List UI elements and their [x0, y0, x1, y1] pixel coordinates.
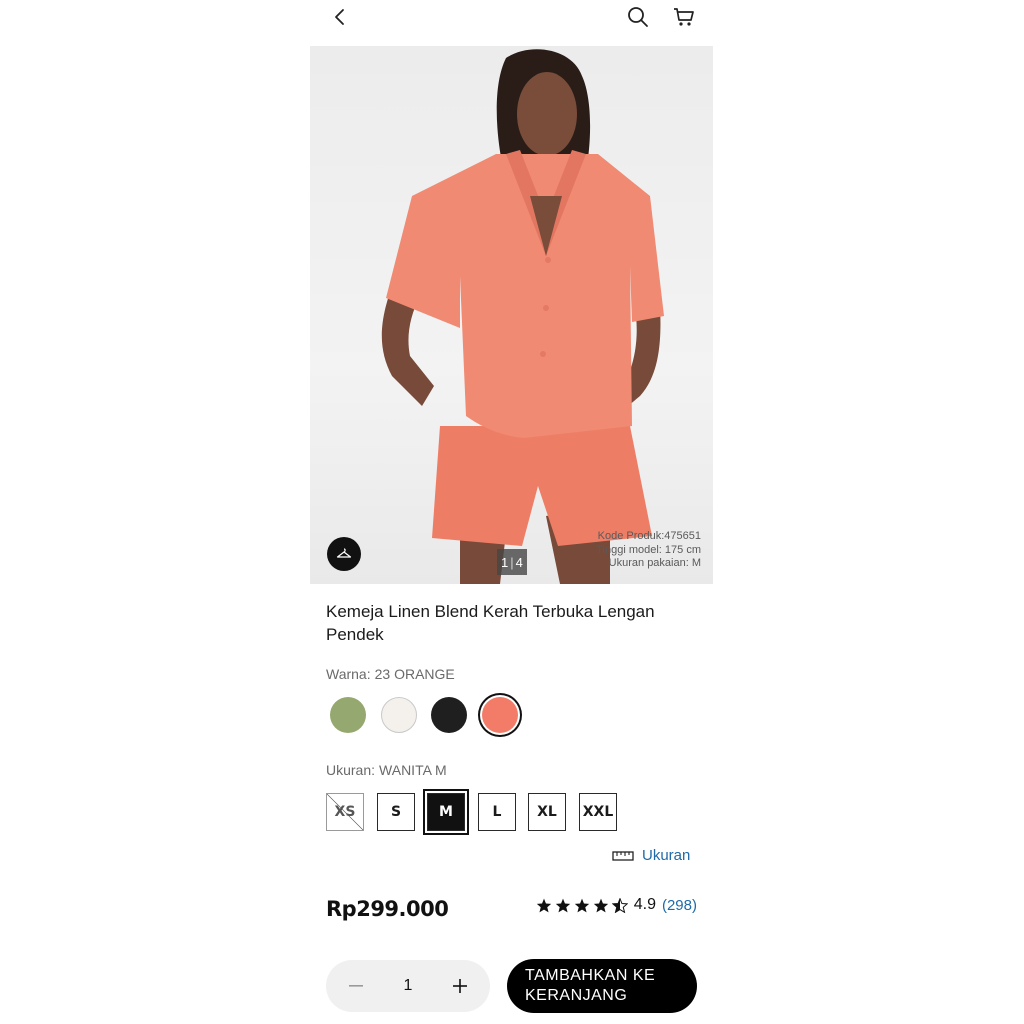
color-label-row: Warna: 23 ORANGE — [326, 666, 455, 682]
rating[interactable]: 4.9 (298) — [536, 896, 697, 914]
color-swatch-green[interactable] — [330, 697, 366, 733]
size-m[interactable]: M — [427, 793, 465, 831]
size-xs[interactable]: XS — [326, 793, 364, 831]
size-value: WANITA M — [379, 762, 447, 778]
star-icon — [593, 898, 608, 912]
model-size: Ukuran pakaian: M — [608, 557, 701, 569]
search-button[interactable] — [624, 3, 652, 31]
size-guide-link[interactable]: Ukuran — [612, 847, 690, 864]
quantity-stepper: 1 — [326, 960, 490, 1012]
pager-current: 1 — [501, 554, 509, 570]
color-swatch-black[interactable] — [431, 697, 467, 733]
product-code: Kode Produk:475651 — [597, 530, 701, 542]
size-xxl[interactable]: XXL — [579, 793, 617, 831]
half-star-icon — [611, 897, 628, 913]
decrease-quantity-button[interactable] — [344, 974, 368, 998]
size-label-row: Ukuran: WANITA M — [326, 762, 447, 778]
star-icon — [574, 898, 589, 912]
color-label: Warna: — [326, 666, 371, 682]
product-title: Kemeja Linen Blend Kerah Terbuka Lengan … — [326, 602, 655, 644]
minus-icon — [349, 985, 363, 987]
top-bar — [310, 0, 713, 40]
product-image-gallery[interactable]: 1 | 4 Kode Produk:475651 Tinggi model: 1… — [310, 46, 713, 584]
color-swatch-white[interactable] — [381, 697, 417, 733]
rating-score: 4.9 — [633, 896, 656, 913]
pager-separator: | — [510, 554, 514, 570]
size-guide-label: Ukuran — [642, 847, 691, 864]
size-xl[interactable]: XL — [528, 793, 566, 831]
plus-icon — [453, 979, 467, 993]
rating-stars — [536, 897, 628, 913]
size-label: Ukuran: — [326, 762, 376, 778]
search-icon — [628, 7, 648, 27]
ruler-icon — [612, 850, 634, 861]
star-icon — [536, 898, 551, 912]
model-photo — [381, 49, 664, 584]
pager-total: 4 — [515, 554, 523, 570]
price: Rp299.000 — [326, 897, 449, 921]
size-l[interactable]: L — [478, 793, 516, 831]
rating-count[interactable]: (298) — [662, 897, 697, 914]
size-s[interactable]: S — [377, 793, 415, 831]
increase-quantity-button[interactable] — [448, 974, 472, 998]
image-pager: 1 | 4 — [497, 549, 527, 575]
product-detail-screen: 1 | 4 Kode Produk:475651 Tinggi model: 1… — [310, 0, 713, 1024]
try-on-button[interactable] — [327, 537, 361, 571]
color-swatch-orange[interactable] — [482, 697, 518, 733]
chevron-left-icon — [335, 9, 344, 25]
model-height: Tinggi model: 175 cm — [596, 543, 701, 556]
quantity-value: 1 — [403, 977, 413, 994]
back-button[interactable] — [326, 3, 354, 31]
color-value: 23 ORANGE — [374, 666, 455, 682]
cart-icon — [674, 8, 694, 26]
hanger-icon — [336, 548, 352, 558]
add-to-cart-button[interactable]: TAMBAHKAN KE KERANJANG — [507, 959, 697, 1013]
star-icon — [555, 898, 570, 912]
product-meta: Kode Produk:475651 Tinggi model: 175 cm … — [596, 530, 701, 571]
cart-button[interactable] — [670, 3, 698, 31]
